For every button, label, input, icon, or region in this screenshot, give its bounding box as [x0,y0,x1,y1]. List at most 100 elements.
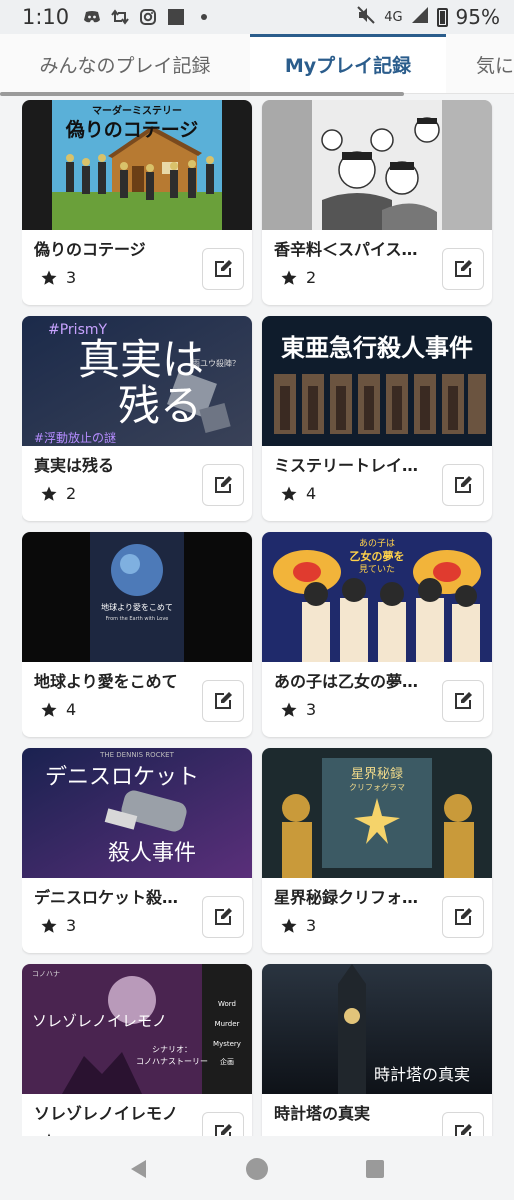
thumb-title: あの子は [359,538,395,549]
battery-icon [436,7,448,27]
thumb-sub: クリフォグラマ [349,782,405,792]
record-card[interactable]: 地球より愛をこめて From the Earth with Love 地球より愛… [22,532,252,737]
edit-icon [215,260,232,277]
card-title: 真実は残る [34,456,115,475]
recents-button[interactable] [362,1156,388,1182]
status-time: 1:10 [22,5,70,29]
rating-value: 4 [66,700,77,719]
rating-value: 3 [66,268,77,287]
edit-icon [215,1124,232,1136]
thumb-scenario: シナリオ： [152,1045,192,1054]
card-title: あの子は乙女の夢… [274,672,419,691]
thumb-mystery: Mystery [213,1040,241,1048]
thumb-title: 時計塔の真実 [374,1065,470,1084]
record-card[interactable]: 香辛料＜スパイス… 2 [262,100,492,305]
thumb-sub: 雨ユウ殺陣？ [192,358,240,368]
card-title: 時計塔の真実 [274,1104,371,1123]
record-card[interactable]: コノハナ ソレゾレノイレモノ Word Murder Mystery シナリオ：… [22,964,252,1136]
star-icon [41,270,57,285]
status-bar: 1:10 4G 95% [0,0,514,34]
record-card[interactable]: あの子は 乙女の夢を 見ていた あの子は乙女の夢… 3 [262,532,492,737]
tab-my-records[interactable]: Myプレイ記録 [250,34,446,93]
card-thumbnail: 時計塔の真実 [262,964,492,1094]
card-rating: 2 [40,484,76,503]
thumb-label: THE DENNIS ROCKET [99,751,174,759]
battery-level: 95% [455,5,500,29]
home-icon [246,1158,268,1180]
rating-value: 4 [306,484,317,503]
edit-icon [455,1124,472,1136]
star-icon [41,918,57,933]
edit-button[interactable] [202,464,244,506]
thumb-title: デニスロケット [45,765,199,790]
star-icon [281,918,297,933]
signal-icon [411,6,429,29]
card-thumbnail: THE DENNIS ROCKET デニスロケット 殺人事件 [22,748,252,878]
edit-button[interactable] [202,896,244,938]
card-rating: 3 [280,700,316,719]
instagram-icon [139,8,157,26]
home-button[interactable] [244,1156,270,1182]
edit-button[interactable] [442,464,484,506]
card-title: 偽りのコテージ [34,240,146,259]
record-card[interactable]: THE DENNIS ROCKET デニスロケット 殺人事件 デニスロケット殺…… [22,748,252,953]
edit-icon [455,260,472,277]
edit-button[interactable] [442,680,484,722]
tab-everyone-records[interactable]: みんなのプレイ記録 [0,34,250,93]
card-thumbnail: 東亜急行殺人事件 [262,316,492,446]
record-card[interactable]: #PrismY 真実は 残る 雨ユウ殺陣？ #浮動放止の謎 真実は残る 2 [22,316,252,521]
thumb-title: 星界秘録 [351,767,403,782]
card-title: デニスロケット殺… [34,888,179,907]
card-title: 香辛料＜スパイス… [274,240,418,259]
network-label: 4G [384,9,403,25]
edit-icon [215,476,232,493]
thumb-murder: Murder [215,1020,240,1028]
discord-icon [83,8,101,26]
thumb-label: マーダーミステリー [92,104,182,117]
card-rating: 4 [280,484,316,503]
edit-button[interactable] [202,1112,244,1136]
record-card[interactable]: 東亜急行殺人事件 ミステリートレイ… 4 [262,316,492,521]
star-icon [281,702,297,717]
record-card[interactable]: 星界秘録 クリフォグラマ 星界秘録クリフォ… 3 [262,748,492,953]
record-card[interactable]: 時計塔の真実 時計塔の真実 [262,964,492,1136]
thumb-tag: コノハナ [32,970,60,978]
thumb-title-2: 残る [118,381,202,430]
rating-value: 3 [306,916,317,935]
edit-button[interactable] [442,248,484,290]
card-title: 星界秘録クリフォ… [274,888,419,907]
star-icon [47,1133,51,1136]
edit-button[interactable] [202,248,244,290]
edit-icon [455,908,472,925]
edit-button[interactable] [202,680,244,722]
tab-favorites[interactable]: 気に [446,34,514,93]
thumb-title-3: 見ていた [359,564,395,575]
edit-button[interactable] [442,896,484,938]
rating-value: 3 [66,916,77,935]
star-icon [281,486,297,501]
star-icon [281,270,297,285]
tab-scroll-indicator [0,92,404,96]
thumb-title-2: 乙女の夢を [350,549,405,563]
rating-value: 3 [306,700,317,719]
card-thumbnail: 星界秘録 クリフォグラマ [262,748,492,878]
card-rating: 4 [40,700,76,719]
edit-icon [215,692,232,709]
card-thumbnail: #PrismY 真実は 残る 雨ユウ殺陣？ #浮動放止の謎 [22,316,252,446]
edit-icon [455,692,472,709]
thumb-kikaku: 企画 [220,1057,234,1066]
edit-button[interactable] [442,1112,484,1136]
card-rating: 3 [280,916,316,935]
app-square-icon [167,8,185,26]
card-thumbnail [262,100,492,230]
card-thumbnail: マーダーミステリー 偽りのコテージ [22,100,252,230]
thumb-title: ソレゾレノイレモノ [32,1012,167,1030]
rating-value: 2 [306,268,317,287]
record-card[interactable]: マーダーミステリー 偽りのコテージ 偽りのコテージ 3 [22,100,252,305]
star-icon [41,702,57,717]
card-title: ソレゾレノイレモノ [34,1104,179,1123]
card-rating: 2 [280,268,316,287]
card-rating: 3 [40,268,76,287]
back-button[interactable] [126,1156,152,1182]
play-record-grid: マーダーミステリー 偽りのコテージ 偽りのコテージ 3 香辛料＜スパイス… 2 … [22,100,494,1136]
